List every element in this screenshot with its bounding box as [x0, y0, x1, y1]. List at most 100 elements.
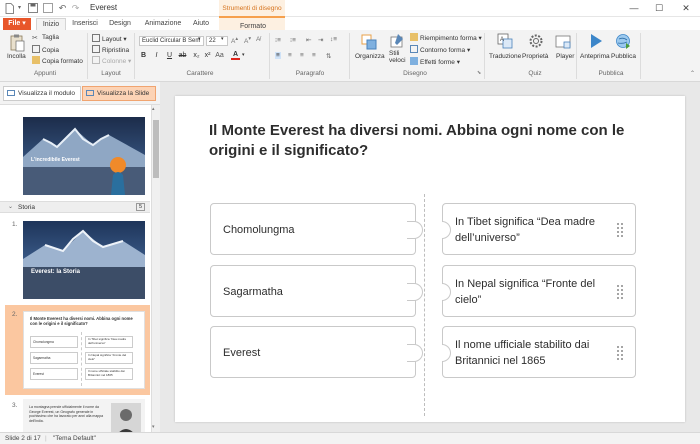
properties-button[interactable]: Proprietà — [522, 53, 548, 60]
align-left-icon[interactable]: ≡ — [275, 52, 281, 59]
bullets-icon[interactable]: ⁝≡ — [275, 36, 281, 44]
thumb1-title: L'incredibile Everest — [31, 157, 80, 163]
shrink-font-icon[interactable]: A▾ — [244, 36, 251, 45]
status-bar: Slide 2 di 17 | "Tema Default" — [0, 432, 700, 444]
align-center-icon[interactable]: ≡ — [288, 52, 292, 59]
group-label-carattere: Carattere — [186, 70, 214, 77]
form-view-button[interactable]: Visualizza il modulo — [3, 86, 81, 101]
publish-globe-icon[interactable] — [615, 33, 631, 49]
font-size-dropdown-icon[interactable]: ▾ — [221, 36, 224, 42]
file-menu-button[interactable]: File ▾ — [3, 18, 31, 30]
drag-handle-icon[interactable] — [617, 346, 623, 360]
outdent-icon[interactable]: ⇤ — [306, 36, 311, 44]
slides-pane-scroll-thumb[interactable] — [153, 120, 159, 178]
columns-button[interactable]: Colonne ▾ — [92, 56, 131, 65]
left-card-2[interactable]: Sagarmatha — [210, 265, 423, 317]
subscript-button[interactable]: x₂ — [192, 52, 201, 59]
right-card-1[interactable]: In Tibet significa “Dea madre dell’unive… — [442, 203, 636, 255]
thumb-left-card-1: Chomolungma — [30, 336, 78, 348]
slide-thumbnail-intro[interactable]: L'incredibile Everest — [23, 117, 145, 195]
cut-button[interactable]: ✂ Taglia — [32, 34, 59, 42]
font-color-dropdown-icon[interactable]: ▾ — [242, 52, 245, 58]
slide-thumbnail-1[interactable]: Everest: la Storia — [23, 221, 145, 299]
right-card-3[interactable]: Il nome ufficiale stabilito dai Britanni… — [442, 326, 636, 378]
reset-button[interactable]: Ripristina — [92, 45, 129, 54]
font-name-combo[interactable]: Euclid Circular B Sem — [139, 36, 204, 46]
font-case-button[interactable]: Aa — [215, 52, 224, 59]
shape-outline-button[interactable]: Contorno forma ▾ — [410, 45, 470, 54]
effects-icon — [410, 57, 418, 65]
font-color-button[interactable]: A — [231, 51, 240, 60]
player-icon[interactable] — [555, 34, 571, 50]
slide-question[interactable]: Il Monte Everest ha diversi nomi. Abbina… — [209, 121, 649, 161]
thumb4-number: 3. — [12, 402, 18, 409]
undo-icon[interactable]: ↶ — [57, 3, 68, 14]
section-header-storia[interactable]: ⌄ Storia 5 — [0, 201, 150, 213]
publish-button[interactable]: Pubblica — [611, 53, 636, 60]
shape-fill-button[interactable]: Riempimento forma ▾ — [410, 33, 482, 42]
slide-canvas[interactable]: Il Monte Everest ha diversi nomi. Abbina… — [175, 96, 685, 422]
thumb-right-card-2: In Nepal significa “Fronte del cielo” — [85, 352, 133, 364]
save-icon[interactable] — [27, 3, 38, 14]
left-card-1[interactable]: Chomolungma — [210, 203, 423, 255]
numbering-icon[interactable]: ⁝≡ — [290, 36, 296, 44]
format-painter-button[interactable]: Copia formato — [32, 56, 83, 65]
underline-button[interactable]: U — [165, 52, 174, 59]
minimize-button[interactable]: — — [623, 0, 645, 16]
scroll-down-icon[interactable]: ▾ — [152, 424, 155, 430]
translation-icon[interactable]: A — [497, 33, 513, 49]
drag-handle-icon[interactable] — [617, 223, 623, 237]
text-direction-icon[interactable]: ⇅ — [326, 52, 331, 60]
right-card-2[interactable]: In Nepal significa “Fronte del cielo” — [442, 265, 636, 317]
right-card-label: Il nome ufficiale stabilito dai Britanni… — [455, 339, 590, 367]
right-card-label: In Tibet significa “Dea madre dell’unive… — [455, 216, 596, 244]
italic-button[interactable]: I — [152, 52, 161, 59]
collapse-ribbon-icon[interactable]: ⌃ — [690, 70, 695, 77]
dropdown-arrow-icon[interactable]: ▾ — [14, 3, 25, 14]
arrange-button[interactable]: Organizza — [355, 53, 385, 60]
slide-thumbnail-2[interactable]: Il Monte Everest ha diversi nomi. Abbina… — [23, 311, 145, 389]
strikethrough-button[interactable]: ab — [178, 52, 187, 59]
pen-outline-icon — [410, 45, 418, 53]
font-size-combo[interactable]: 22 — [206, 36, 228, 46]
quick-styles-icon[interactable] — [389, 33, 405, 49]
slides-pane: L'incredibile Everest ⌄ Storia 5 1. Ever… — [0, 105, 160, 432]
bold-button[interactable]: B — [139, 52, 148, 59]
grow-font-icon[interactable]: A▴ — [231, 36, 238, 45]
line-spacing-icon[interactable]: ↕≡ — [330, 36, 337, 43]
translation-button[interactable]: Traduzione — [489, 53, 521, 60]
context-group-label: Strumenti di disegno — [222, 5, 282, 12]
slide-view-button[interactable]: Visualizza la Slide — [82, 86, 156, 101]
redo-icon[interactable]: ↷ — [70, 3, 81, 14]
drag-handle-icon[interactable] — [617, 285, 623, 299]
theme-name: "Tema Default" — [53, 435, 96, 442]
preview-button[interactable]: Anteprima — [580, 53, 610, 60]
paste-button[interactable]: Incolla — [7, 53, 26, 60]
save-copy-icon[interactable] — [42, 3, 53, 14]
player-button[interactable]: Player — [556, 53, 574, 60]
properties-gear-icon[interactable] — [528, 33, 544, 49]
document-title: Everest — [90, 3, 118, 12]
indent-icon[interactable]: ⇥ — [318, 36, 323, 44]
arrange-icon[interactable] — [361, 34, 377, 50]
superscript-button[interactable]: x² — [203, 52, 212, 59]
dialog-launcher-icon[interactable]: ⬊ — [477, 70, 481, 76]
font-name-dropdown-icon[interactable]: ▾ — [198, 36, 201, 42]
copy-button[interactable]: Copia — [32, 45, 59, 54]
justify-icon[interactable]: ≡ — [312, 52, 316, 59]
clear-format-icon[interactable]: A̸ — [256, 36, 260, 43]
preview-play-icon[interactable] — [588, 33, 604, 49]
close-button[interactable]: ✕ — [675, 0, 697, 16]
shape-effects-button[interactable]: Effetti forme ▾ — [410, 57, 460, 66]
scroll-up-icon[interactable]: ▴ — [152, 106, 155, 112]
layout-button[interactable]: Layout ▾ — [92, 34, 127, 43]
maximize-button[interactable]: ☐ — [648, 0, 670, 16]
svg-text:A: A — [500, 37, 504, 43]
match-divider — [424, 194, 425, 416]
left-card-3[interactable]: Everest — [210, 326, 423, 378]
collapse-chevron-icon[interactable]: ⌄ — [8, 203, 13, 210]
align-right-icon[interactable]: ≡ — [300, 52, 304, 59]
paste-icon[interactable] — [9, 34, 25, 52]
slide-thumbnail-3[interactable]: La montagna prende ufficialmente il nome… — [23, 399, 145, 432]
quick-styles-button[interactable]: Stili veloci — [389, 50, 406, 64]
